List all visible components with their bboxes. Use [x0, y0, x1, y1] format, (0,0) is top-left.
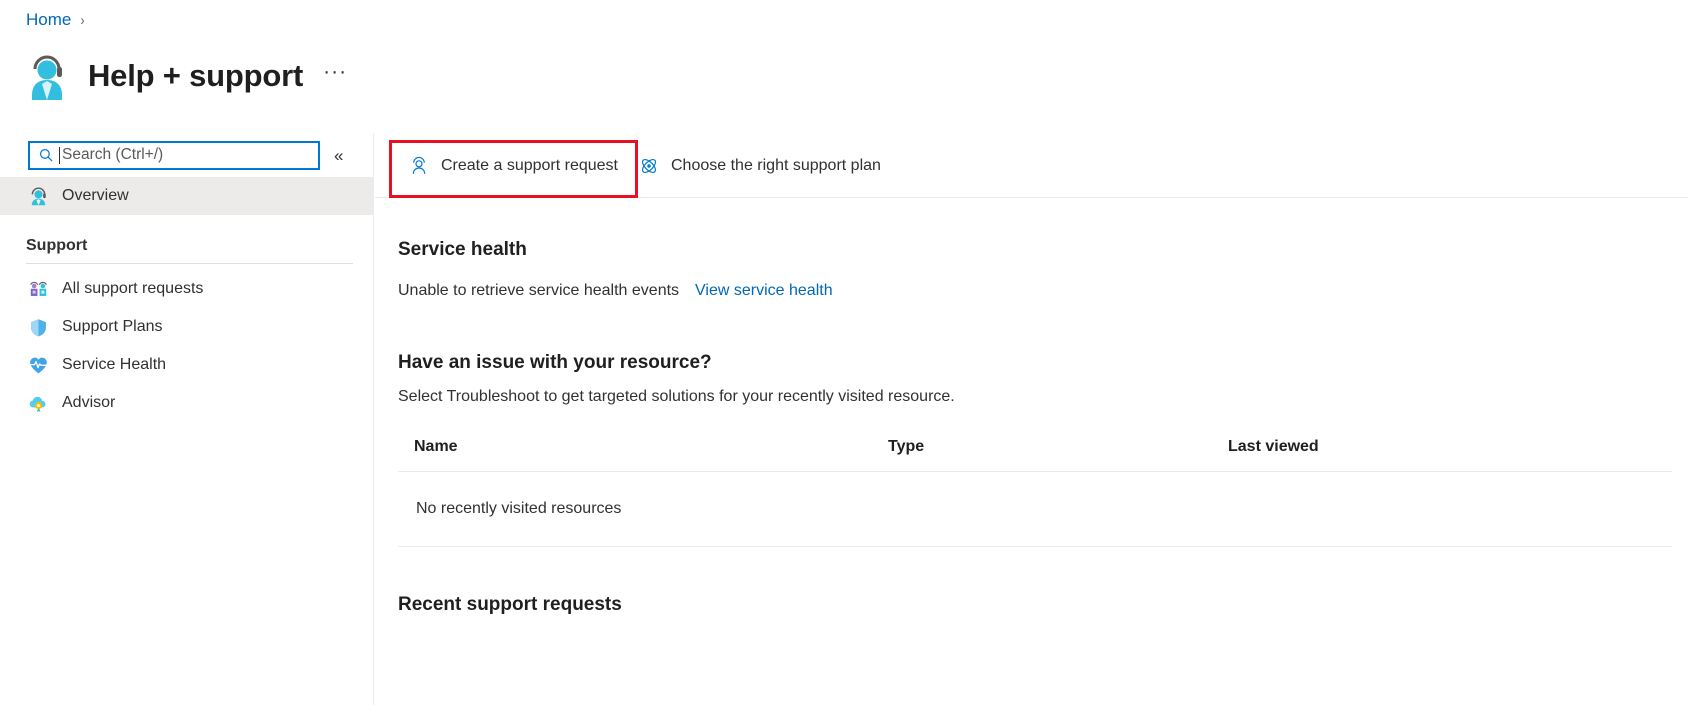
sidebar-item-all-support-requests[interactable]: All support requests — [0, 270, 373, 308]
breadcrumb: Home › — [26, 10, 85, 30]
breadcrumb-home-link[interactable]: Home — [26, 10, 71, 30]
service-health-section: Service health Unable to retrieve servic… — [398, 239, 1688, 300]
sidebar-item-service-health[interactable]: Service Health — [0, 346, 373, 384]
collapse-sidebar-button[interactable]: « — [334, 147, 343, 164]
recent-resources-table: Name Type Last viewed No recently visite… — [398, 438, 1688, 547]
support-agent-icon — [26, 184, 50, 208]
search-input[interactable] — [60, 146, 290, 164]
page-title: Help + support — [88, 58, 304, 93]
command-bar: Create a support request Choose the righ… — [375, 134, 1688, 198]
recent-support-requests-section: Recent support requests — [398, 594, 1688, 616]
service-health-status-row: Unable to retrieve service health events… — [398, 282, 1688, 300]
sidebar-search-row: « — [0, 133, 373, 177]
sidebar: « Overview Support — [0, 133, 374, 705]
table-empty-message: No recently visited resources — [416, 500, 622, 517]
person-add-icon — [408, 155, 430, 177]
column-header-type[interactable]: Type — [888, 438, 1228, 456]
sidebar-item-support-plans[interactable]: Support Plans — [0, 308, 373, 346]
more-options-button[interactable]: ··· — [323, 60, 347, 92]
command-button-label: Create a support request — [441, 156, 618, 174]
sidebar-item-label: Advisor — [62, 394, 116, 411]
people-group-icon — [26, 277, 50, 301]
choose-support-plan-button[interactable]: Choose the right support plan — [628, 142, 891, 190]
resource-issue-title: Have an issue with your resource? — [398, 352, 712, 373]
table-header-row: Name Type Last viewed — [398, 438, 1672, 472]
main-content: Service health Unable to retrieve servic… — [375, 199, 1688, 705]
atom-icon — [638, 155, 660, 177]
sidebar-item-advisor[interactable]: Advisor — [0, 384, 373, 422]
cloud-advisor-icon — [26, 391, 50, 415]
resource-issue-section: Have an issue with your resource? Select… — [398, 352, 1688, 406]
heart-pulse-icon — [26, 353, 50, 377]
sidebar-group-title: Support — [26, 237, 88, 254]
column-header-name[interactable]: Name — [414, 438, 888, 456]
sidebar-item-label: Service Health — [62, 356, 167, 373]
sidebar-divider — [26, 263, 353, 264]
command-button-label: Choose the right support plan — [671, 156, 881, 174]
table-empty-row: No recently visited resources — [398, 472, 1672, 547]
resource-issue-subtitle: Select Troubleshoot to get targeted solu… — [398, 388, 955, 405]
column-header-last-viewed[interactable]: Last viewed — [1228, 438, 1672, 456]
view-service-health-link[interactable]: View service health — [695, 282, 833, 300]
sidebar-item-label: Support Plans — [62, 318, 163, 335]
sidebar-item-overview[interactable]: Overview — [0, 177, 373, 215]
chevron-right-icon: › — [80, 11, 85, 29]
shield-icon — [26, 315, 50, 339]
page-header: Help + support ··· — [24, 50, 347, 102]
recent-support-requests-title: Recent support requests — [398, 594, 622, 615]
sidebar-item-label: Overview — [62, 187, 129, 204]
search-box[interactable] — [28, 140, 320, 170]
sidebar-item-label: All support requests — [62, 280, 204, 297]
support-agent-icon — [24, 50, 70, 102]
search-icon — [34, 148, 58, 163]
create-support-request-button[interactable]: Create a support request — [398, 142, 628, 190]
service-health-title: Service health — [398, 239, 527, 260]
service-health-status-text: Unable to retrieve service health events — [398, 282, 680, 299]
